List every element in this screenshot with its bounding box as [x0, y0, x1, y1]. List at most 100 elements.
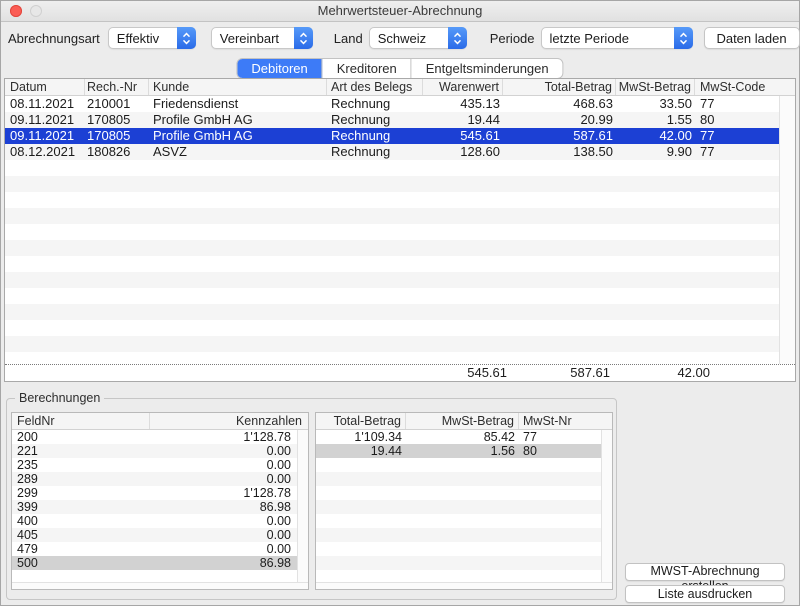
table-row[interactable]: 2991'128.78 [12, 486, 297, 500]
table-row[interactable]: 2001'128.78 [12, 430, 297, 444]
column-header-mwst-code[interactable]: MwSt-Code [695, 79, 795, 95]
table-row[interactable]: 4000.00 [12, 514, 297, 528]
modus-select[interactable]: Vereinbart [211, 27, 313, 49]
title-bar: Mehrwertsteuer-Abrechnung [1, 1, 799, 22]
table-cell: 1'109.34 [316, 430, 406, 444]
table-cell: 400 [12, 514, 150, 528]
table-row[interactable]: 4050.00 [12, 528, 297, 542]
table-cell: 19.44 [423, 112, 503, 128]
table-row[interactable]: 4790.00 [12, 542, 297, 556]
vertical-scrollbar[interactable] [779, 96, 795, 364]
table-cell: 170805 [85, 128, 149, 144]
create-mwst-report-button[interactable]: MWST-Abrechnung erstellen [625, 563, 785, 581]
table-cell: Rechnung [327, 96, 423, 112]
table-row[interactable]: 39986.98 [12, 500, 297, 514]
table-cell: 77 [519, 430, 601, 444]
window-controls [10, 5, 42, 17]
column-header-mwst-betrag[interactable]: MwSt-Betrag [406, 413, 519, 429]
table-row[interactable]: 50086.98 [12, 556, 297, 570]
table-row[interactable]: 08.11.2021210001FriedensdienstRechnung43… [5, 96, 779, 112]
invoice-table: Datum Rech.-Nr Kunde Art des Belegs Ware… [4, 78, 796, 382]
column-header-art-des-belegs[interactable]: Art des Belegs [327, 79, 423, 95]
close-button[interactable] [10, 5, 22, 17]
kennzahlen-table-body: 2001'128.782210.002350.002890.002991'128… [12, 430, 297, 583]
table-cell: ASVZ [149, 144, 327, 160]
column-header-total-betrag[interactable]: Total-Betrag [503, 79, 616, 95]
chevron-up-down-icon [177, 27, 196, 49]
table-cell: 20.99 [503, 112, 616, 128]
table-cell: 1.55 [616, 112, 695, 128]
column-header-kunde[interactable]: Kunde [149, 79, 327, 95]
table-row[interactable]: 1'109.3485.4277 [316, 430, 601, 444]
table-row[interactable]: 09.11.2021170805Profile GmbH AGRechnung 5… [5, 128, 779, 144]
table-row[interactable]: 08.12.2021180826ASVZRechnung128.60138.50… [5, 144, 779, 160]
vertical-scrollbar[interactable] [601, 430, 612, 583]
column-header-warenwert[interactable]: Warenwert [423, 79, 503, 95]
abrechnungsart-select[interactable]: Effektiv [108, 27, 196, 49]
chevron-up-down-icon [448, 27, 467, 49]
horizontal-scrollbar[interactable] [316, 582, 612, 589]
table-cell: 479 [12, 542, 150, 556]
land-select[interactable]: Schweiz [369, 27, 467, 49]
column-header-mwst-betrag[interactable]: MwSt-Betrag [616, 79, 695, 95]
table-cell: 86.98 [150, 500, 297, 514]
table-cell: 405 [12, 528, 150, 542]
kennzahlen-table: FeldNr Kennzahlen 2001'128.782210.002350… [11, 412, 309, 590]
table-cell: 170805 [85, 112, 149, 128]
table-cell: 180826 [85, 144, 149, 160]
table-row[interactable]: 2210.00 [12, 444, 297, 458]
kennzahlen-table-header: FeldNr Kennzahlen [12, 413, 308, 430]
invoice-table-header: Datum Rech.-Nr Kunde Art des Belegs Ware… [5, 79, 795, 96]
column-header-feldnr[interactable]: FeldNr [12, 413, 150, 429]
abrechnungsart-label: Abrechnungsart [8, 31, 100, 46]
berechnungen-group: Berechnungen FeldNr Kennzahlen 2001'128.… [6, 398, 617, 600]
table-cell: 77 [695, 128, 779, 144]
vertical-scrollbar[interactable] [297, 430, 308, 583]
column-header-rechnr[interactable]: Rech.-Nr [85, 79, 149, 95]
table-cell: 0.00 [150, 458, 297, 472]
table-cell: Rechnung [327, 128, 423, 144]
table-cell: 1'128.78 [150, 430, 297, 444]
chevron-up-down-icon [294, 27, 313, 49]
column-header-mwst-nr[interactable]: MwSt-Nr [519, 413, 612, 429]
column-header-kennzahlen[interactable]: Kennzahlen [150, 413, 308, 429]
table-row[interactable]: 19.441.5680 [316, 444, 601, 458]
chevron-up-down-icon [674, 27, 693, 49]
tab-bar: Debitoren Kreditoren Entgeltsminderungen [236, 58, 563, 79]
table-cell: 587.61 [503, 128, 616, 144]
table-cell: 1.56 [406, 444, 519, 458]
table-cell: 0.00 [150, 472, 297, 486]
table-cell: 299 [12, 486, 150, 500]
table-cell: 09.11.2021 [5, 128, 85, 144]
table-cell: 399 [12, 500, 150, 514]
table-cell: 86.98 [150, 556, 297, 570]
tab-kreditoren[interactable]: Kreditoren [323, 59, 412, 78]
table-cell: 1'128.78 [150, 486, 297, 500]
table-cell: 138.50 [503, 144, 616, 160]
column-header-datum[interactable]: Datum [5, 79, 85, 95]
table-cell: 77 [695, 144, 779, 160]
table-cell: 500 [12, 556, 150, 570]
table-cell: Profile GmbH AG [149, 128, 327, 144]
table-row[interactable]: 2890.00 [12, 472, 297, 486]
mwst-summary-table-body: 1'109.3485.427719.441.5680 [316, 430, 601, 583]
table-cell: 0.00 [150, 444, 297, 458]
column-header-total-betrag[interactable]: Total-Betrag [316, 413, 406, 429]
load-data-button[interactable]: Daten laden [704, 27, 800, 49]
periode-select[interactable]: letzte Periode [541, 27, 693, 49]
table-cell: 42.00 [616, 128, 695, 144]
table-row[interactable]: 09.11.2021170805Profile GmbH AGRechnung1… [5, 112, 779, 128]
horizontal-scrollbar[interactable] [12, 582, 308, 589]
mwst-summary-table-header: Total-Betrag MwSt-Betrag MwSt-Nr [316, 413, 612, 430]
tab-entgeltsminderungen[interactable]: Entgeltsminderungen [412, 59, 563, 78]
minimize-button[interactable] [30, 5, 42, 17]
table-cell: Rechnung [327, 112, 423, 128]
tab-debitoren[interactable]: Debitoren [237, 59, 322, 78]
table-cell: 468.63 [503, 96, 616, 112]
print-list-button[interactable]: Liste ausdrucken [625, 585, 785, 603]
table-cell: 210001 [85, 96, 149, 112]
total-mwst-betrag: 42.00 [610, 365, 710, 380]
toolbar: Abrechnungsart Effektiv Vereinbart Land … [0, 27, 800, 49]
table-row[interactable]: 2350.00 [12, 458, 297, 472]
invoice-table-body: 08.11.2021210001FriedensdienstRechnung43… [5, 96, 779, 364]
